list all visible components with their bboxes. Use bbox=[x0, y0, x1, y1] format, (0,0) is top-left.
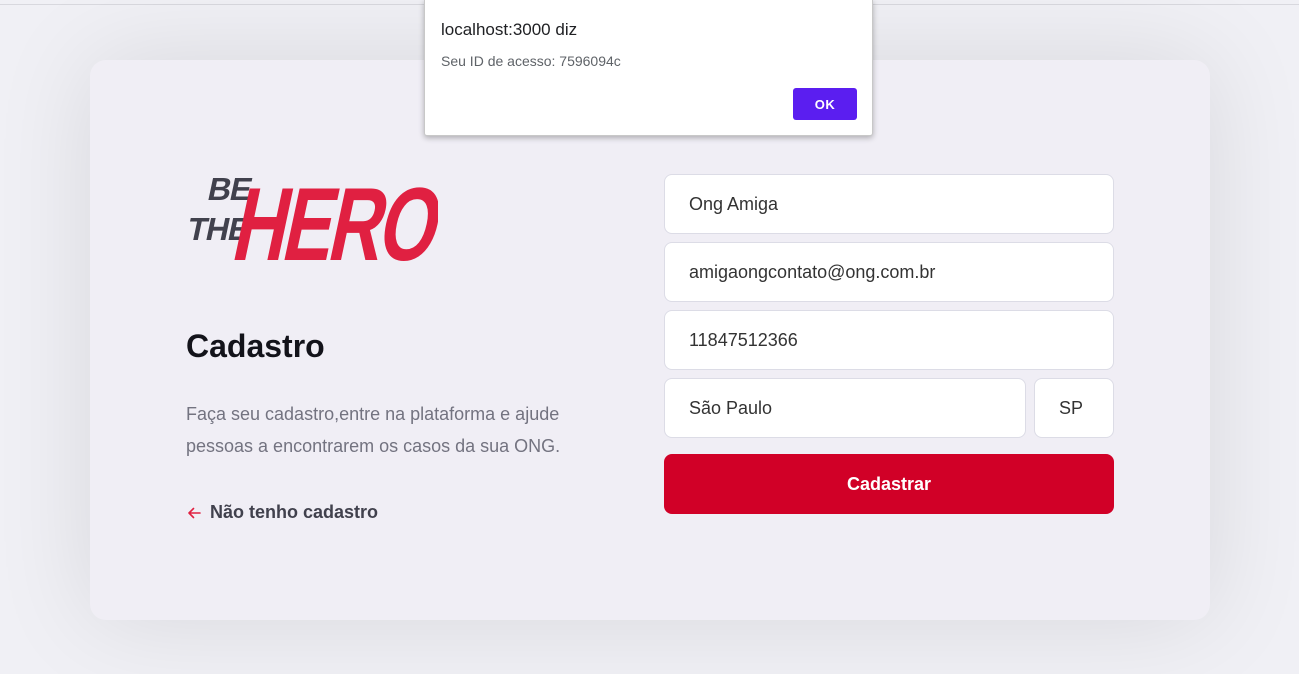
svg-text:HERO: HERO bbox=[225, 167, 438, 264]
register-submit-button[interactable]: Cadastrar bbox=[664, 454, 1114, 514]
page-title: Cadastro bbox=[186, 328, 325, 364]
arrow-left-icon bbox=[188, 507, 201, 518]
no-account-link[interactable]: Não tenho cadastro bbox=[186, 502, 378, 523]
alert-title: localhost:3000 diz bbox=[441, 20, 578, 39]
no-account-label: Não tenho cadastro bbox=[210, 502, 379, 522]
alert-ok-button[interactable]: OK bbox=[793, 88, 857, 120]
be-the-hero-logo: BE THE HERO bbox=[186, 167, 438, 264]
ngo-name-input[interactable] bbox=[664, 174, 1114, 234]
register-card: BE THE HERO Cadastro Faça seu cadastro,e… bbox=[90, 60, 1210, 620]
uf-input[interactable] bbox=[1034, 378, 1114, 438]
email-input[interactable] bbox=[664, 242, 1114, 302]
whatsapp-input[interactable] bbox=[664, 310, 1114, 370]
alert-message: Seu ID de acesso: 7596094c bbox=[441, 53, 621, 69]
register-description: Faça seu cadastro,entre na plataforma e … bbox=[186, 404, 561, 456]
city-input[interactable] bbox=[664, 378, 1026, 438]
alert-dialog: localhost:3000 diz Seu ID de acesso: 759… bbox=[424, 0, 873, 136]
